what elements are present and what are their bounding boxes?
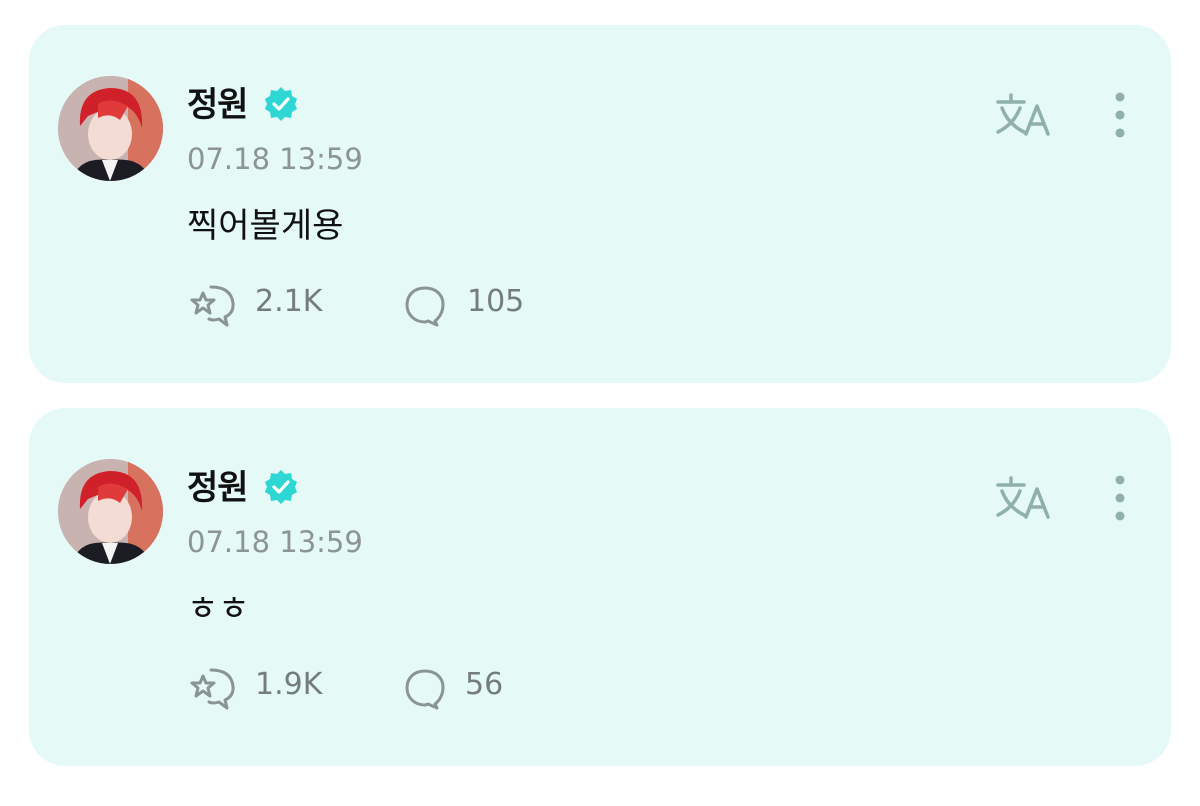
- comment-bubble-icon: [405, 286, 445, 327]
- avatar[interactable]: [58, 76, 163, 181]
- post-timestamp: 07.18 13:59: [187, 142, 363, 176]
- comment-button[interactable]: 105: [403, 279, 543, 327]
- more-vertical-icon[interactable]: [1109, 89, 1131, 141]
- translate-icon[interactable]: [992, 90, 1054, 138]
- like-count: 1.9K: [255, 667, 323, 702]
- comment-bubble-icon: [405, 669, 445, 710]
- post-text: ㅎㅎ: [187, 589, 250, 629]
- post-card[interactable]: 정원 07.18 13:59 ㅎㅎ 1.9K 56: [29, 408, 1171, 766]
- translate-icon[interactable]: [992, 473, 1054, 521]
- comment-count: 56: [465, 667, 504, 702]
- comment-button[interactable]: 56: [403, 662, 523, 710]
- star-bubble-icon: [190, 668, 235, 710]
- author-name[interactable]: 정원: [187, 83, 249, 127]
- star-bubble-icon: [190, 285, 235, 327]
- avatar[interactable]: [58, 459, 163, 564]
- verified-badge-icon: [265, 470, 297, 504]
- like-button[interactable]: 2.1K: [187, 279, 347, 327]
- like-button[interactable]: 1.9K: [187, 662, 347, 710]
- more-vertical-icon[interactable]: [1109, 472, 1131, 524]
- post-card[interactable]: 정원 07.18 13:59 찍어볼게용 2.1K 105: [29, 25, 1171, 383]
- comment-count: 105: [467, 284, 525, 319]
- like-count: 2.1K: [255, 284, 323, 319]
- verified-badge-icon: [265, 87, 297, 121]
- post-timestamp: 07.18 13:59: [187, 525, 363, 559]
- author-name[interactable]: 정원: [187, 466, 249, 510]
- post-text: 찍어볼게용: [187, 206, 344, 246]
